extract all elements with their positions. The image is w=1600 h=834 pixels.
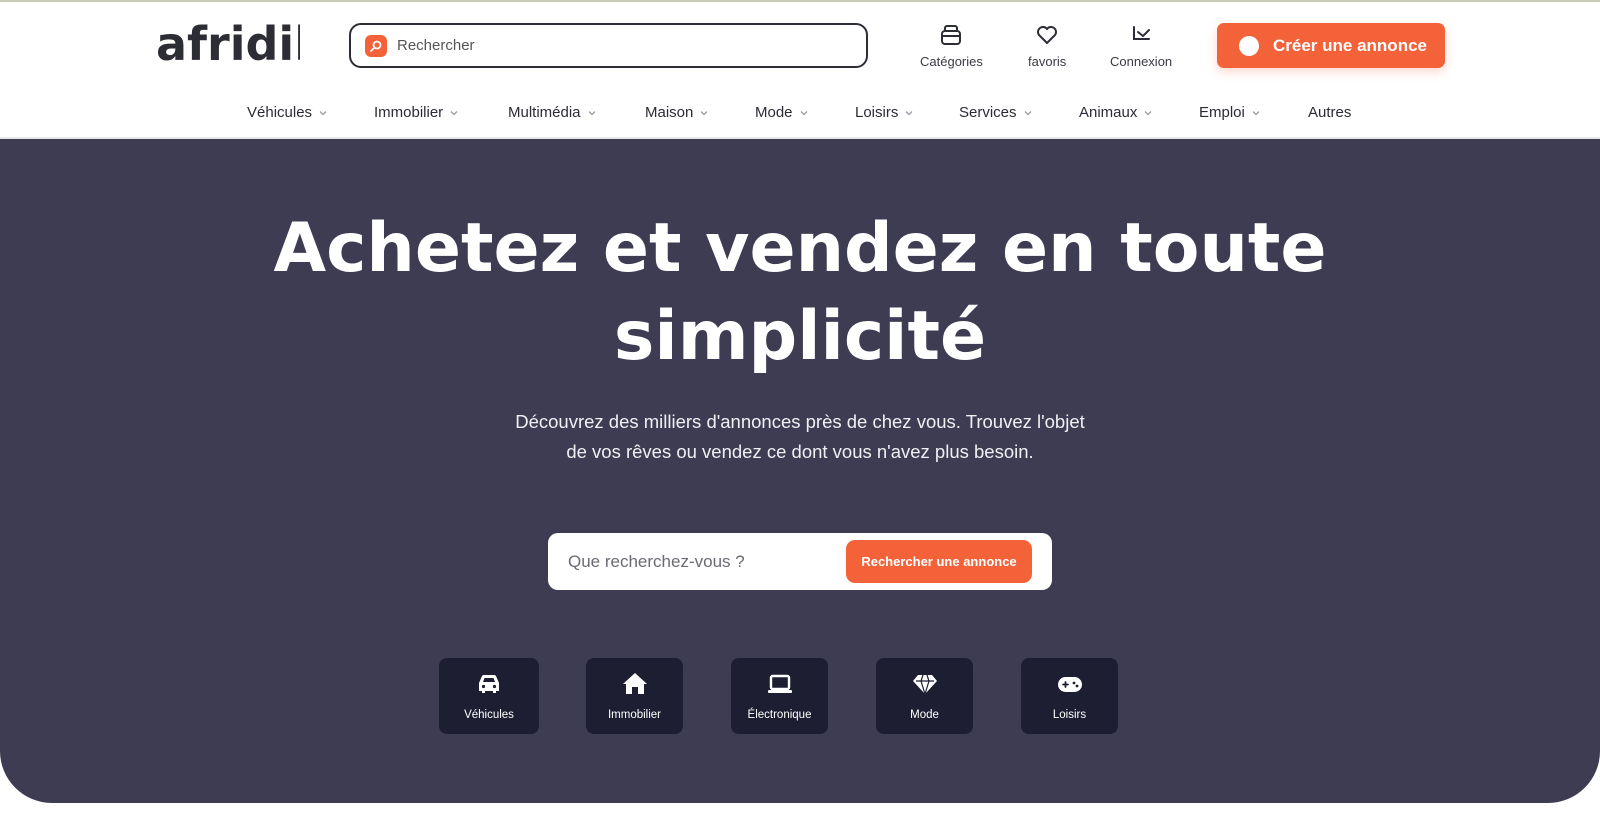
logo-text: afridil (156, 17, 300, 71)
nav-item-emploi[interactable]: Emploi (1199, 104, 1261, 121)
nav-item-label: Véhicules (247, 104, 313, 121)
categories-label: Catégories (920, 54, 983, 69)
chevron-down-icon (905, 110, 913, 115)
nav-item-label: Animaux (1079, 104, 1138, 121)
favorites-link[interactable]: favoris (1028, 22, 1066, 69)
car-icon (479, 674, 499, 693)
gem-icon (912, 674, 937, 695)
hero-search-box: Rechercher une annonce (548, 533, 1052, 590)
nav-item-multimedia[interactable]: Multimédia (508, 104, 597, 121)
hero-title-line1: Achetez et vendez en toute (273, 209, 1327, 288)
create-listing-button[interactable]: Créer une annonce (1217, 23, 1445, 68)
category-tile-immobilier[interactable]: Immobilier (586, 658, 683, 734)
nav-item-label: Services (959, 104, 1017, 121)
hero-section: Achetez et vendez en toute simplicité Dé… (0, 139, 1600, 803)
chevron-down-icon (800, 110, 807, 115)
category-tile-label: Loisirs (1052, 709, 1087, 721)
search-icon (365, 34, 387, 57)
create-listing-label: Créer une annonce (1273, 35, 1427, 55)
category-tile-label: Immobilier (607, 709, 662, 721)
nav-item-vehicules[interactable]: Véhicules (247, 104, 328, 121)
category-tile-label: Électronique (747, 709, 812, 721)
category-nav: Véhicules Immobilier Multimédia Maison M… (0, 96, 1600, 136)
category-tile-mode[interactable]: Mode (876, 658, 973, 734)
laptop-icon (767, 674, 792, 693)
header: afridil Catégories favoris Connexion Cré… (0, 2, 1600, 88)
chevron-down-icon (588, 110, 595, 115)
chevron-down-icon (319, 110, 327, 115)
nav-item-autres[interactable]: Autres (1308, 104, 1351, 121)
nav-item-immobilier[interactable]: Immobilier (374, 104, 459, 121)
favorites-label: favoris (1028, 54, 1067, 69)
nav-item-label: Maison (645, 104, 694, 121)
gamepad-icon (1057, 677, 1082, 692)
category-tile-vehicules[interactable]: Véhicules (439, 658, 539, 734)
nav-item-maison[interactable]: Maison (645, 104, 709, 121)
categories-icon (941, 25, 962, 45)
chevron-down-icon (1252, 110, 1260, 115)
login-icon (1133, 26, 1151, 40)
nav-item-label: Multimédia (508, 104, 581, 121)
nav-item-label: Loisirs (855, 104, 899, 121)
search-listing-button[interactable]: Rechercher une annonce (846, 540, 1032, 583)
nav-item-loisirs[interactable]: Loisirs (855, 104, 914, 121)
header-search-bar[interactable] (349, 23, 868, 68)
chevron-down-icon (700, 110, 708, 115)
hero-subtitle: Découvrez des milliers d'annonces près d… (480, 407, 1120, 467)
nav-item-label: Autres (1308, 104, 1352, 121)
category-tile-electronique[interactable]: Électronique (731, 658, 828, 734)
chevron-down-icon (1144, 110, 1152, 115)
nav-item-label: Mode (755, 104, 793, 121)
login-link[interactable]: Connexion (1110, 22, 1172, 69)
create-listing-dot-icon (1239, 35, 1259, 56)
nav-item-label: Emploi (1199, 104, 1245, 121)
nav-item-mode[interactable]: Mode (755, 104, 809, 121)
hero-title-line2: simplicité (613, 297, 987, 376)
category-tile-label: Mode (910, 709, 939, 721)
nav-item-services[interactable]: Services (959, 104, 1033, 121)
nav-item-animaux[interactable]: Animaux (1079, 104, 1153, 121)
afridil-logo[interactable]: afridil (154, 16, 310, 72)
hero-title: Achetez et vendez en toute simplicité (0, 205, 1600, 381)
login-label: Connexion (1110, 54, 1173, 69)
house-icon (622, 673, 647, 694)
hero-search-input[interactable] (568, 551, 838, 572)
chevron-down-icon (450, 110, 458, 115)
nav-item-label: Immobilier (374, 104, 444, 121)
header-search-input[interactable] (397, 37, 837, 54)
hero-subtitle-line2: de vos rêves ou vendez ce dont vous n'av… (566, 441, 1034, 462)
chevron-down-icon (1024, 110, 1031, 115)
categories-link[interactable]: Catégories (920, 22, 983, 69)
category-tile-loisirs[interactable]: Loisirs (1021, 658, 1118, 734)
heart-icon (1037, 26, 1058, 44)
hero-subtitle-line1: Découvrez des milliers d'annonces près d… (515, 411, 1085, 432)
category-tile-label: Véhicules (464, 709, 514, 721)
